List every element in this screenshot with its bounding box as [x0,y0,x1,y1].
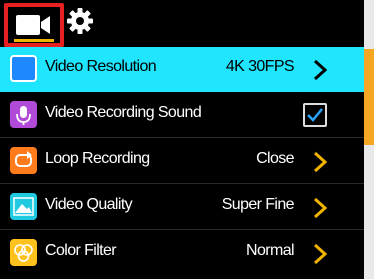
color-filter-icon [10,239,37,266]
tab-bar [0,0,364,47]
camera-settings-screen: Video Resolution 4K 30FPS Video Recordin… [0,0,374,279]
menu-item-video-recording-sound[interactable]: Video Recording Sound [0,93,364,138]
row-divider [0,229,364,230]
chevron-right-icon [313,243,328,265]
recording-sound-checkbox[interactable] [303,103,327,127]
landscape-image-icon [10,193,37,220]
loop-icon [10,147,37,174]
menu-item-loop-recording[interactable]: Loop Recording Close [0,139,364,184]
menu-item-value: Super Fine [221,196,295,213]
menu-item-video-resolution[interactable]: Video Resolution 4K 30FPS [0,47,364,92]
chevron-right-icon [313,59,328,81]
menu-item-video-quality[interactable]: Video Quality Super Fine [0,185,364,230]
video-resolution-icon [10,55,37,82]
chevron-right-icon [313,197,328,219]
chevron-right-icon [313,151,328,173]
gear-icon[interactable] [66,7,94,35]
menu-item-value: Normal [246,242,295,259]
menu-item-label: Video Recording Sound [45,104,202,121]
row-divider [0,137,364,138]
scrollbar[interactable] [364,0,374,279]
video-camera-icon [16,15,50,35]
menu-item-label: Color Filter [45,242,117,259]
menu-item-value: 4K 30FPS [225,58,295,75]
row-divider [0,183,364,184]
menu-item-color-filter[interactable]: Color Filter Normal [0,231,364,276]
menu-item-value: Close [256,150,295,167]
active-tab-indicator [14,39,54,42]
menu-item-label: Video Quality [45,196,133,213]
menu-item-label: Loop Recording [45,150,150,167]
checkmark-icon [307,108,323,122]
microphone-icon [10,101,37,128]
tab-video[interactable] [4,3,64,47]
scrollbar-thumb[interactable] [364,49,374,145]
menu-item-label: Video Resolution [45,58,157,75]
